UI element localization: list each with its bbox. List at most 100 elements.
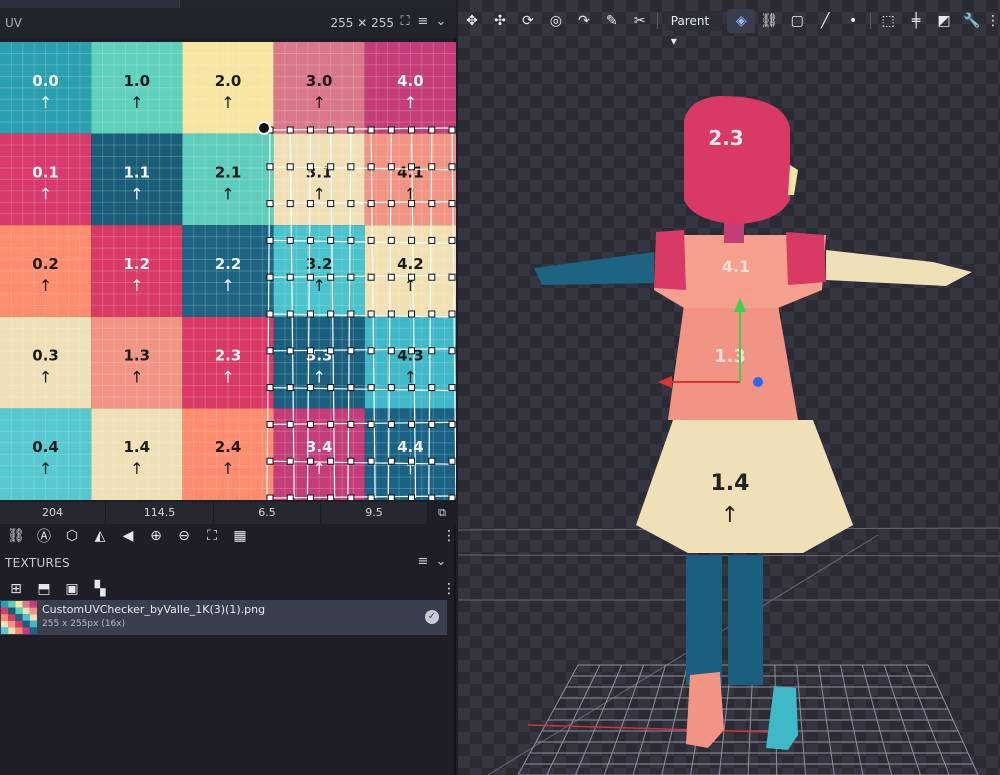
uv-vertex-handle[interactable] xyxy=(327,347,335,355)
uv-vertex-handle[interactable] xyxy=(327,126,335,134)
uv-vertex-handle[interactable] xyxy=(286,347,294,355)
uv-vertex-handle[interactable] xyxy=(408,163,416,171)
uv-vertex-handle[interactable] xyxy=(428,126,436,134)
uv-vertex-handle[interactable] xyxy=(266,384,274,392)
uv-vertex-handle[interactable] xyxy=(428,494,436,500)
more-icon[interactable]: ⋮ xyxy=(442,578,456,600)
uv-vertex-handle[interactable] xyxy=(448,310,456,318)
uv-vertex-handle[interactable] xyxy=(408,310,416,318)
uv-vertex-handle[interactable] xyxy=(347,420,355,428)
vertex-snap-icon[interactable]: ↷ xyxy=(570,9,598,33)
zoom-in-icon[interactable]: ⊕ xyxy=(142,525,170,547)
chevron-down-icon[interactable]: ⌄ xyxy=(432,553,450,571)
uv-vertex-handle[interactable] xyxy=(327,457,335,465)
uv-vertex-handle[interactable] xyxy=(387,347,395,355)
uv-vertex-handle[interactable] xyxy=(448,273,456,281)
uv-vertex-handle[interactable] xyxy=(408,347,416,355)
gizmo-x-arrow[interactable] xyxy=(658,376,672,388)
uv-vertex-handle[interactable] xyxy=(286,457,294,465)
uv-vertex-handle[interactable] xyxy=(286,163,294,171)
uv-value-height[interactable]: 9.5 xyxy=(321,502,428,524)
uv-vertex-handle[interactable] xyxy=(266,200,274,208)
uv-vertex-handle[interactable] xyxy=(387,163,395,171)
uv-vertex-handle[interactable] xyxy=(306,273,314,281)
uv-vertex-handle[interactable] xyxy=(367,384,375,392)
copy-icon[interactable]: ⧉ xyxy=(428,502,456,524)
menu-icon[interactable]: ≡ xyxy=(414,13,432,31)
more-icon[interactable]: ⋮ xyxy=(986,9,1000,33)
mirror-icon[interactable]: ◭ xyxy=(86,525,114,547)
contrast-icon[interactable]: ◩ xyxy=(930,9,958,33)
uv-vertex-handle[interactable] xyxy=(367,457,375,465)
uv-vertex-handle[interactable] xyxy=(286,236,294,244)
uv-vertex-handle[interactable] xyxy=(306,126,314,134)
edge-link-icon[interactable]: ⛓ xyxy=(755,9,783,33)
select-all-icon[interactable]: ⬚ xyxy=(874,9,902,33)
uv-vertex-handle[interactable] xyxy=(286,200,294,208)
uv-vertex-handle[interactable] xyxy=(306,163,314,171)
grid-icon[interactable]: ▦ xyxy=(226,525,254,547)
more-icon[interactable]: ⋮ xyxy=(442,525,456,547)
uv-vertex-handle[interactable] xyxy=(266,273,274,281)
uv-vertex-handle[interactable] xyxy=(387,126,395,134)
uv-vertex-handle[interactable] xyxy=(327,310,335,318)
uv-vertex-handle[interactable] xyxy=(428,310,436,318)
uv-vertex-handle[interactable] xyxy=(327,163,335,171)
uv-vertex-handle[interactable] xyxy=(306,347,314,355)
uv-texture-svg[interactable]: 0.0↑1.0↑2.0↑3.0↑4.0↑0.1↑1.1↑2.1↑3.1↑4.1↑… xyxy=(0,42,456,500)
uv-vertex-handle[interactable] xyxy=(327,384,335,392)
folder-icon[interactable]: ▣ xyxy=(58,578,86,600)
uv-vertex-handle[interactable] xyxy=(387,236,395,244)
uv-vertex-handle[interactable] xyxy=(327,200,335,208)
scene-svg[interactable]: 2.3 4.1 1.3 1.4 ↑ xyxy=(458,0,1000,775)
uv-vertex-handle[interactable] xyxy=(408,236,416,244)
uv-vertex-handle[interactable] xyxy=(387,384,395,392)
uv-vertex-handle[interactable] xyxy=(266,310,274,318)
move-tool-icon[interactable]: ✥ xyxy=(458,9,486,33)
uv-vertex-handle[interactable] xyxy=(408,273,416,281)
gizmo-z-handle[interactable] xyxy=(753,377,763,387)
uv-vertex-handle[interactable] xyxy=(266,347,274,355)
uv-vertex-handle[interactable] xyxy=(367,236,375,244)
uv-vertex-handle[interactable] xyxy=(327,236,335,244)
uv-vertex-handle[interactable] xyxy=(387,457,395,465)
uv-vertex-handle[interactable] xyxy=(428,236,436,244)
uv-editor-canvas[interactable]: 0.0 ↑ 1.0 ↑ 2.0 ↑ 3.0 ↑ 4.0 ↑ 0.1 ↑ 1.1 ↑ 2.1 ↑ 3.1 ↑ 4.1 ↑… xyxy=(0,42,456,500)
uv-vertex-handle[interactable] xyxy=(408,384,416,392)
uv-vertex-handle[interactable] xyxy=(408,126,416,134)
uv-vertex-handle[interactable] xyxy=(387,310,395,318)
uv-vertex-handle[interactable] xyxy=(327,494,335,500)
face-mode-icon[interactable]: ◈ xyxy=(727,9,756,33)
uv-vertex-handle[interactable] xyxy=(428,384,436,392)
point-icon[interactable]: • xyxy=(839,9,867,33)
link-icon[interactable]: ⛓ xyxy=(2,525,30,547)
uv-vertex-handle[interactable] xyxy=(428,420,436,428)
uv-vertex-handle[interactable] xyxy=(306,310,314,318)
uv-vertex-handle[interactable] xyxy=(347,310,355,318)
uv-vertex-handle[interactable] xyxy=(286,384,294,392)
uv-vertex-handle[interactable] xyxy=(347,494,355,500)
uv-pivot-handle[interactable] xyxy=(257,121,271,135)
uv-vertex-handle[interactable] xyxy=(448,200,456,208)
uv-vertex-handle[interactable] xyxy=(367,273,375,281)
3d-viewport[interactable]: 2.3 4.1 1.3 1.4 ↑ xyxy=(458,0,1000,775)
uv-vertex-handle[interactable] xyxy=(286,494,294,500)
uv-vertex-handle[interactable] xyxy=(367,494,375,500)
uv-value-y[interactable]: 114.5 xyxy=(106,502,214,524)
rect-select-icon[interactable]: ▢ xyxy=(783,9,811,33)
uv-vertex-handle[interactable] xyxy=(347,163,355,171)
import-icon[interactable]: ⬒ xyxy=(30,578,58,600)
cut-icon[interactable]: ✂ xyxy=(626,9,654,33)
uv-vertex-handle[interactable] xyxy=(367,347,375,355)
uv-vertex-handle[interactable] xyxy=(428,273,436,281)
uv-vertex-handle[interactable] xyxy=(306,200,314,208)
uv-vertex-handle[interactable] xyxy=(286,126,294,134)
uv-vertex-handle[interactable] xyxy=(448,236,456,244)
uv-vertex-handle[interactable] xyxy=(448,126,456,134)
uv-value-width[interactable]: 6.5 xyxy=(214,502,321,524)
uv-vertex-handle[interactable] xyxy=(306,494,314,500)
uv-vertex-handle[interactable] xyxy=(327,420,335,428)
uv-vertex-handle[interactable] xyxy=(266,420,274,428)
center-icon[interactable]: ╪ xyxy=(902,9,930,33)
tab-uv[interactable] xyxy=(0,0,180,8)
